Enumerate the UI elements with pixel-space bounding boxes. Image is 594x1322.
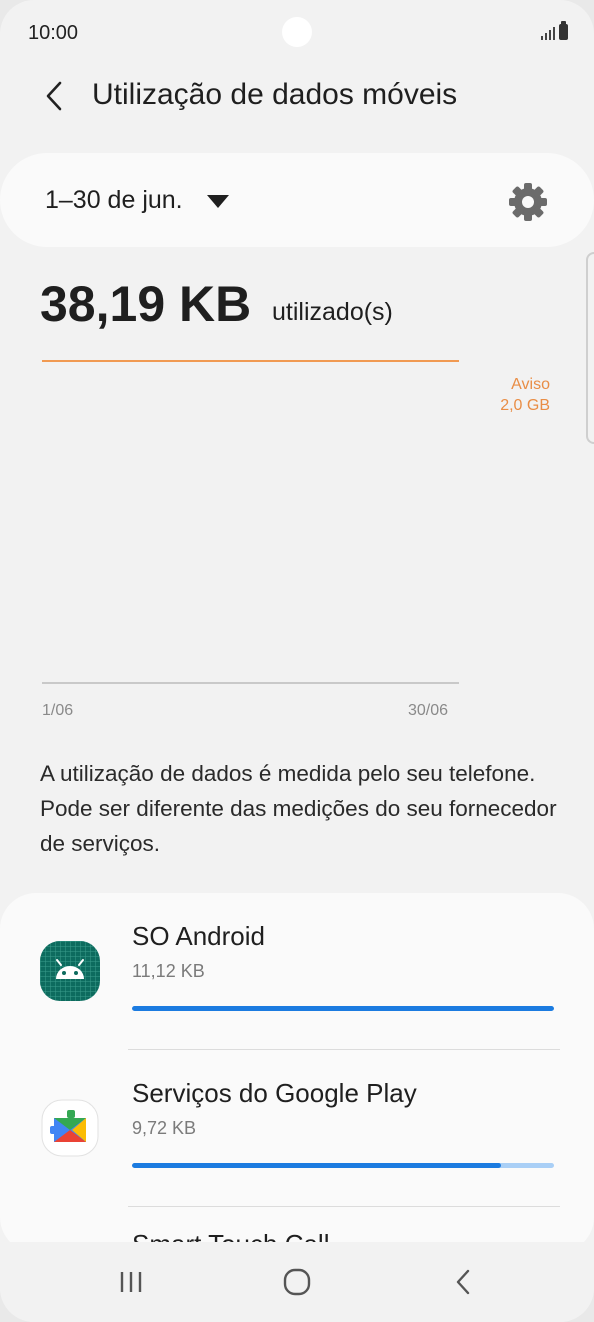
gear-icon	[509, 183, 547, 221]
app-data-size: 11,12 KB	[132, 961, 205, 981]
app-usage-bar-fill	[132, 1163, 501, 1168]
info-text: A utilização de dados é medida pelo seu …	[40, 761, 557, 856]
navigation-bar	[0, 1242, 594, 1322]
back-icon	[456, 1269, 470, 1295]
settings-button[interactable]	[505, 179, 551, 225]
warning-limit-line	[42, 360, 459, 362]
app-usage-list: SO Android 11,12 KB Serviços do Google P…	[0, 893, 594, 1253]
list-item-google-play-services[interactable]: Serviços do Google Play 9,72 KB	[0, 1050, 594, 1206]
status-icons	[541, 21, 568, 40]
status-time: 10:00	[28, 22, 79, 44]
google-play-services-icon	[40, 1098, 100, 1158]
battery-icon	[559, 21, 568, 40]
app-name: Serviços do Google Play	[132, 1078, 417, 1108]
phone-screen: 10:00 Utilização de dados móveis 1–30 de…	[0, 0, 594, 1322]
page-title: Utilização de dados móveis	[92, 78, 458, 111]
warning-value: 2,0 GB	[500, 397, 550, 414]
app-data-size: 9,72 KB	[132, 1118, 197, 1138]
period-card: 1–30 de jun.	[0, 153, 594, 247]
period-label[interactable]: 1–30 de jun.	[45, 186, 183, 215]
home-button[interactable]	[252, 1242, 342, 1322]
home-icon	[283, 1268, 311, 1296]
signal-icon	[541, 24, 555, 40]
scrollbar[interactable]	[586, 252, 594, 444]
warning-label: Aviso 2,0 GB	[500, 374, 550, 416]
warning-label-text: Aviso	[511, 376, 550, 393]
usage-amount: 38,19 KB	[40, 276, 252, 332]
usage-suffix: utilizado(s)	[272, 298, 393, 326]
recent-apps-icon	[120, 1272, 142, 1292]
back-nav-button[interactable]	[418, 1242, 508, 1322]
back-button[interactable]	[36, 76, 72, 116]
chevron-left-icon	[46, 81, 62, 111]
app-usage-bar	[132, 1163, 554, 1168]
app-usage-bar-fill	[132, 1006, 554, 1011]
recent-apps-button[interactable]	[86, 1242, 176, 1322]
app-name: SO Android	[132, 921, 265, 951]
app-usage-bar	[132, 1006, 554, 1011]
front-camera	[282, 17, 312, 47]
list-item-so-android[interactable]: SO Android 11,12 KB	[0, 893, 594, 1049]
caret-down-icon[interactable]	[207, 195, 229, 208]
android-icon	[40, 941, 100, 1001]
chart-x-start-label: 1/06	[42, 702, 74, 719]
chart-baseline	[42, 682, 459, 684]
chart-x-end-label: 30/06	[408, 702, 449, 719]
